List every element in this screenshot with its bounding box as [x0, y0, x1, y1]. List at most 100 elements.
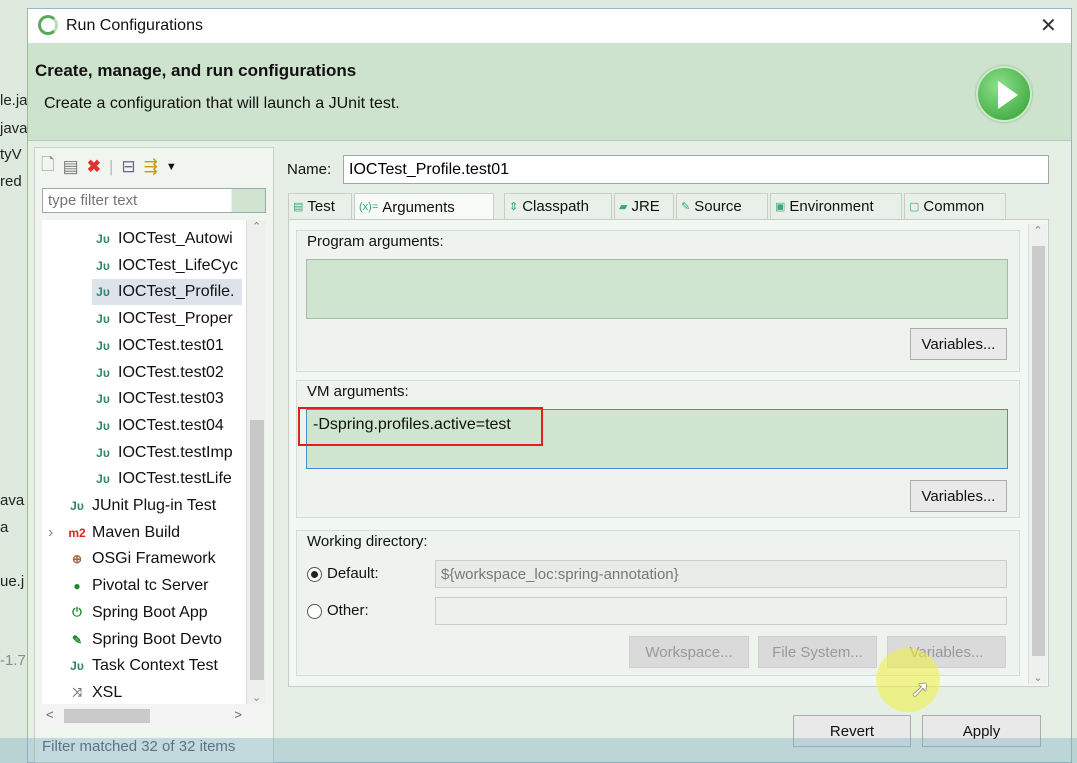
- arguments-tab-content: ⌃ ⌄ Program arguments: Variables... VM ar…: [288, 219, 1049, 687]
- tree-item-label: XSL: [92, 683, 123, 701]
- config-type-icon: Jυ: [96, 258, 110, 273]
- spring-logo-icon: [38, 15, 58, 35]
- config-type-icon: m2: [68, 525, 86, 540]
- other-radio[interactable]: [307, 604, 322, 619]
- config-type-icon: Jυ: [96, 418, 110, 433]
- tree-item[interactable]: ● Pivotal tc Server: [66, 573, 208, 599]
- title-bar: Run Configurations ✕: [28, 9, 1071, 43]
- name-input[interactable]: [343, 155, 1049, 184]
- config-type-icon: ●: [73, 579, 81, 594]
- tree-item-label: IOCTest_Proper: [118, 310, 233, 328]
- content-vertical-scrollbar[interactable]: ⌃ ⌄: [1028, 224, 1047, 684]
- workspace-button[interactable]: Workspace...: [629, 636, 749, 668]
- tree-item-label: IOCTest.testLife: [118, 470, 232, 488]
- new-configuration-icon[interactable]: 🗋: [41, 152, 55, 181]
- vm-variables-button[interactable]: Variables...: [910, 480, 1007, 512]
- tree-item-label: IOCTest_Autowi: [118, 230, 233, 247]
- ide-fragment: -1.7: [0, 652, 26, 669]
- tree-item-label: OSGi Framework: [92, 550, 216, 568]
- configuration-tree: Jυ IOCTest_Autowi Jυ IOCTest_LifeCyc Jυ IOCTe…: [42, 220, 266, 704]
- ide-fragment: red: [0, 173, 22, 190]
- other-label: Other:: [327, 602, 369, 619]
- tree-item[interactable]: › m2 Maven Build: [48, 520, 181, 546]
- tab-label: Test: [307, 198, 335, 215]
- tab-label: JRE: [631, 198, 660, 215]
- config-type-icon: Jυ: [96, 365, 110, 380]
- tree-item-label: Maven Build: [92, 523, 181, 541]
- default-directory-field: ${workspace_loc:spring-annotation}: [435, 560, 1007, 588]
- tab-label: Arguments: [382, 198, 455, 216]
- tree-item[interactable]: ✎ Spring Boot Devto: [66, 627, 222, 653]
- tab-common[interactable]: ▢ Common: [904, 193, 1006, 219]
- chevron-down-icon[interactable]: ▼: [166, 161, 177, 173]
- program-arguments-group: Program arguments: Variables...: [296, 230, 1020, 372]
- ide-fragment: ue.j: [0, 573, 25, 590]
- tab-source[interactable]: ✎ Source: [676, 193, 768, 219]
- tree-item[interactable]: Jυ IOCTest_LifeCyc: [92, 253, 238, 279]
- toolbar: 🗋 ▤ ✖ | ⊟ ⇶ ▼: [41, 152, 177, 181]
- tree-item[interactable]: Jυ IOCTest.test04: [92, 413, 224, 439]
- name-label: Name:: [287, 161, 332, 178]
- tab-label: Classpath: [522, 198, 589, 215]
- config-type-icon: ⤨: [72, 685, 82, 700]
- tree-item[interactable]: Jυ IOCTest_Autowi: [92, 226, 233, 252]
- program-arguments-textarea[interactable]: [306, 259, 1008, 319]
- tree-item-label: IOCTest.test02: [118, 363, 224, 381]
- dialog-header: Create, manage, and run configurations C…: [28, 43, 1071, 141]
- tree-item[interactable]: ⊕ OSGi Framework: [66, 546, 216, 572]
- tree-horizontal-scrollbar[interactable]: < >: [42, 706, 266, 726]
- collapse-all-icon[interactable]: ⊟: [121, 157, 135, 177]
- tab-label: Common: [923, 198, 985, 215]
- tree-item[interactable]: Jυ IOCTest.test03: [92, 386, 224, 412]
- other-directory-field[interactable]: [435, 597, 1007, 625]
- config-type-icon: Jυ: [96, 285, 110, 300]
- duplicate-icon[interactable]: ▤: [63, 157, 79, 177]
- config-type-icon: ⊕: [71, 552, 83, 567]
- tree-item-label: JUnit Plug-in Test: [92, 497, 217, 514]
- program-variables-button[interactable]: Variables...: [910, 328, 1007, 360]
- vm-arguments-group: VM arguments: -Dspring.profiles.active=t…: [296, 380, 1020, 518]
- cursor-highlight: [876, 648, 940, 712]
- tab-label: Source: [694, 198, 742, 215]
- tab-test[interactable]: ▤ Test: [288, 193, 352, 219]
- filter-input[interactable]: [42, 188, 266, 213]
- tree-vertical-scrollbar[interactable]: ⌃ ⌄: [246, 220, 266, 704]
- configuration-list-panel: 🗋 ▤ ✖ | ⊟ ⇶ ▼ Jυ IOCTest_Autowi Jυ IOCTest_…: [34, 147, 274, 763]
- tree-item[interactable]: Jυ IOCTest.test02: [92, 360, 224, 386]
- header-subtitle: Create a configuration that will launch …: [44, 95, 400, 112]
- mouse-cursor-icon: ➚: [910, 676, 931, 703]
- config-type-icon: Jυ: [96, 445, 110, 460]
- tree-item[interactable]: ⏻ Spring Boot App: [66, 600, 208, 626]
- jre-tab-icon: ▰: [619, 201, 628, 213]
- tree-item[interactable]: Jυ IOCTest_Proper: [92, 306, 233, 332]
- configuration-editor: Name: ▤Test(x)=Arguments⇕Classpath▰JRE✎S…: [279, 147, 1069, 687]
- highlight-box: [298, 407, 543, 446]
- source-tab-icon: ✎: [681, 201, 691, 213]
- tree-item[interactable]: ⤨ XSL: [66, 680, 122, 704]
- default-radio[interactable]: [307, 567, 322, 582]
- expand-chevron-icon[interactable]: ›: [48, 524, 53, 542]
- tree-item-label: Spring Boot App: [92, 603, 208, 621]
- tab-jre[interactable]: ▰ JRE: [614, 193, 674, 219]
- tab-classpath[interactable]: ⇕ Classpath: [504, 193, 612, 219]
- classpath-tab-icon: ⇕: [509, 201, 519, 213]
- filter-icon[interactable]: ⇶: [144, 157, 158, 177]
- tree-item[interactable]: Jυ Task Context Test: [66, 653, 218, 679]
- tab-label: Environment: [789, 198, 874, 215]
- video-overlay: [0, 738, 1077, 763]
- delete-icon[interactable]: ✖: [87, 157, 101, 177]
- tree-item[interactable]: Jυ IOCTest.testLife: [92, 466, 232, 492]
- config-type-icon: Jυ: [96, 472, 110, 487]
- tree-item[interactable]: Jυ IOCTest_Profile.: [92, 279, 243, 306]
- common-tab-icon: ▢: [909, 201, 920, 213]
- tree-item-label: IOCTest_Profile.: [118, 283, 235, 301]
- tab-environment[interactable]: ▣ Environment: [770, 193, 902, 219]
- tree-item[interactable]: Jυ IOCTest.testImp: [92, 440, 233, 466]
- file-system-button[interactable]: File System...: [758, 636, 877, 668]
- config-type-icon: Jυ: [96, 392, 110, 407]
- environment-tab-icon: ▣: [775, 201, 786, 213]
- close-button[interactable]: ✕: [1040, 13, 1057, 38]
- tree-item[interactable]: Jυ JUnit Plug-in Test: [66, 493, 216, 519]
- tree-item[interactable]: Jυ IOCTest.test01: [92, 333, 224, 359]
- tab-arguments[interactable]: (x)= Arguments: [354, 193, 494, 220]
